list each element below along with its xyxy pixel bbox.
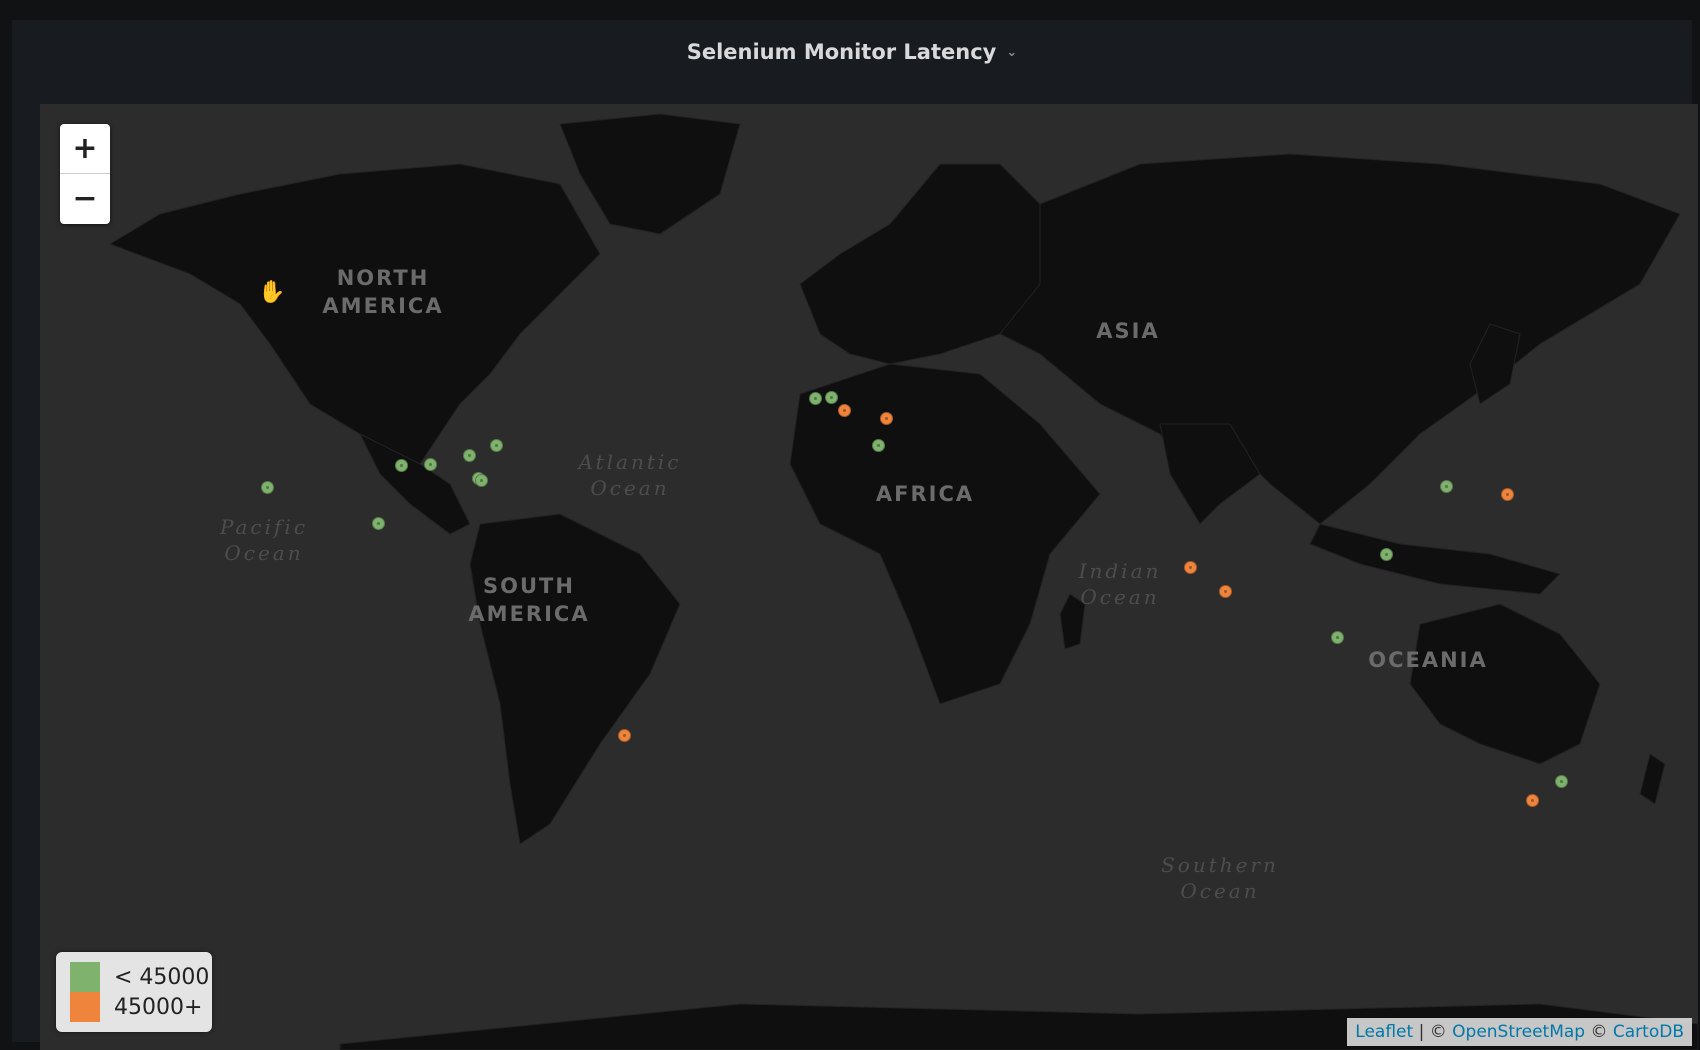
ocean-label-indian: Indian Ocean	[1078, 559, 1162, 609]
ocean-label-pacific: Pacific Ocean	[219, 515, 309, 565]
legend-swatch-orange	[70, 992, 100, 1022]
legend-label: 45000+	[114, 994, 203, 1020]
attribution-separator: ©	[1585, 1022, 1613, 1042]
location-marker[interactable]	[462, 448, 476, 462]
location-marker[interactable]	[1500, 488, 1514, 502]
chevron-down-icon[interactable]: ⌄	[1006, 45, 1017, 60]
map-panel: Selenium Monitor Latency ⌄ NORTH AMERICA…	[12, 20, 1698, 1050]
land-greenland	[559, 113, 741, 235]
location-marker[interactable]	[423, 457, 437, 471]
location-marker[interactable]	[1379, 547, 1393, 561]
legend-label: < 45000	[114, 964, 210, 990]
panel-title-text: Selenium Monitor Latency	[686, 40, 997, 64]
region-label-north-america: NORTH AMERICA	[322, 266, 444, 318]
land-africa	[789, 363, 1101, 705]
location-marker[interactable]	[1330, 631, 1344, 645]
leaflet-link[interactable]: Leaflet	[1355, 1022, 1413, 1042]
map-legend: < 45000 45000+	[56, 952, 212, 1032]
location-marker[interactable]	[880, 412, 894, 426]
legend-swatch-green	[70, 962, 100, 992]
legend-item: < 45000	[70, 962, 209, 992]
cartodb-link[interactable]: CartoDB	[1613, 1022, 1684, 1042]
location-marker[interactable]	[490, 438, 504, 452]
zoom-out-button[interactable]: −	[60, 174, 110, 224]
attribution-separator: | ©	[1413, 1022, 1453, 1042]
land-south-america	[469, 513, 681, 845]
ocean-label-atlantic: Atlantic Ocean	[578, 450, 682, 500]
zoom-control: + −	[60, 124, 110, 224]
land-indonesia	[1309, 523, 1561, 595]
legend-item: 45000+	[70, 992, 202, 1022]
region-label-africa: AFRICA	[875, 482, 975, 506]
panel-title[interactable]: Selenium Monitor Latency ⌄	[687, 40, 1018, 64]
world-map[interactable]: NORTH AMERICA SOUTH AMERICA AFRICA ASIA …	[40, 104, 1698, 1050]
hand-cursor-icon: ✋	[258, 280, 286, 305]
location-marker[interactable]	[1525, 793, 1539, 807]
location-marker[interactable]	[871, 438, 885, 452]
land-australia	[1409, 603, 1601, 765]
region-label-oceania: OCEANIA	[1368, 648, 1488, 672]
openstreetmap-link[interactable]: OpenStreetMap	[1452, 1022, 1585, 1042]
ocean-label-southern: Southern Ocean	[1161, 853, 1279, 903]
zoom-in-button[interactable]: +	[60, 124, 110, 174]
basemap	[108, 113, 1698, 1050]
panel-header: Selenium Monitor Latency ⌄	[12, 20, 1692, 84]
location-marker[interactable]	[808, 392, 822, 406]
location-marker[interactable]	[838, 403, 852, 417]
region-label-asia: ASIA	[1096, 319, 1160, 343]
region-label-south-america: SOUTH AMERICA	[468, 574, 590, 626]
land-new-zealand	[1639, 753, 1666, 805]
location-marker[interactable]	[475, 473, 488, 487]
